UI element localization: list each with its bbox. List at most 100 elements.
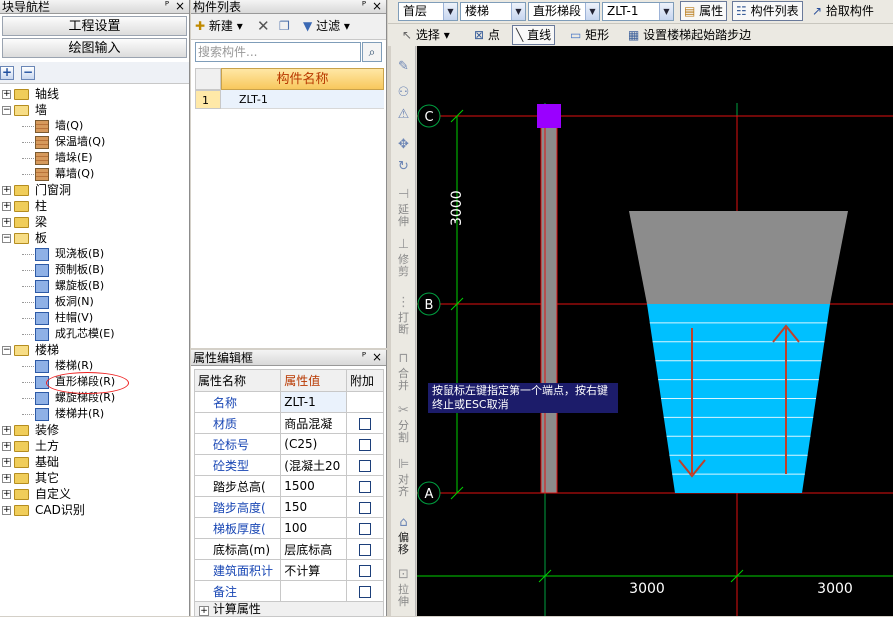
- checkbox[interactable]: [359, 522, 371, 535]
- stair-landing[interactable]: [629, 211, 848, 304]
- checkbox[interactable]: [359, 438, 371, 451]
- filter-button[interactable]: ▼ 过滤 ▾: [303, 18, 350, 34]
- project-settings-button[interactable]: 工程设置: [2, 16, 187, 36]
- component-list-button[interactable]: ☷ 构件列表: [732, 1, 803, 21]
- collapse-icon[interactable]: −: [2, 106, 11, 115]
- merge-button[interactable]: ⊓ 合并: [393, 352, 414, 392]
- property-value[interactable]: [280, 580, 348, 602]
- pin-icon[interactable]: ᴾ: [165, 0, 169, 13]
- tree-item[interactable]: + CAD识别: [0, 502, 189, 518]
- tree-item[interactable]: 现浇板(B): [0, 246, 189, 262]
- expand-icon[interactable]: +: [2, 442, 11, 451]
- break-button[interactable]: ⋮ 打断: [393, 296, 414, 336]
- copy-move-icon[interactable]: ⚇: [393, 86, 414, 102]
- set-stair-start-button[interactable]: ▦ 设置楼梯起始踏步边: [624, 25, 755, 45]
- category-select[interactable]: 楼梯 ▼: [460, 2, 526, 21]
- tree-item[interactable]: + 柱: [0, 198, 189, 214]
- tree-item[interactable]: + 梁: [0, 214, 189, 230]
- property-value[interactable]: 100: [280, 517, 348, 539]
- property-value[interactable]: 层底标高: [280, 538, 348, 560]
- rotate-icon[interactable]: ↻: [393, 160, 414, 176]
- expand-icon[interactable]: +: [2, 474, 11, 483]
- expand-icon[interactable]: +: [2, 426, 11, 435]
- tree-item[interactable]: 墙(Q): [0, 118, 189, 134]
- component-select[interactable]: ZLT-1 ▼: [602, 2, 674, 21]
- properties-button[interactable]: ▤ 属性: [680, 1, 728, 21]
- tree-item[interactable]: 保温墙(Q): [0, 134, 189, 150]
- tree-item[interactable]: 螺旋板(B): [0, 278, 189, 294]
- property-value[interactable]: (C25): [280, 433, 348, 455]
- property-row[interactable]: 建筑面积计 不计算: [193, 559, 384, 581]
- offset-button[interactable]: ⌂ 偏移: [393, 516, 414, 556]
- property-row[interactable]: 踏步总高(1500: [193, 475, 384, 497]
- close-icon[interactable]: ×: [175, 0, 185, 13]
- expand-all-icon[interactable]: +: [0, 66, 14, 80]
- rectangle-button[interactable]: ▭ 矩形: [566, 25, 613, 45]
- expand-icon[interactable]: +: [2, 458, 11, 467]
- tree-item[interactable]: + 土方: [0, 438, 189, 454]
- property-row[interactable]: 名称 ZLT-1: [193, 391, 384, 413]
- tree-item[interactable]: 墙垛(E): [0, 150, 189, 166]
- property-value[interactable]: 商品混凝: [280, 412, 348, 434]
- expand-icon[interactable]: +: [2, 218, 11, 227]
- split-button[interactable]: ✂ 分割: [393, 404, 414, 444]
- expand-icon[interactable]: +: [2, 506, 11, 515]
- checkbox[interactable]: [359, 459, 371, 472]
- component-name-cell[interactable]: ZLT-1: [221, 90, 384, 109]
- property-value[interactable]: 1500: [280, 475, 348, 497]
- expand-icon[interactable]: +: [2, 90, 11, 99]
- collapse-icon[interactable]: −: [2, 346, 11, 355]
- tree-item[interactable]: 幕墙(Q): [0, 166, 189, 182]
- pin-icon[interactable]: ᴾ: [362, 350, 366, 365]
- tree-item[interactable]: − 板: [0, 230, 189, 246]
- property-row[interactable]: 砼类型 (混凝土20: [193, 454, 384, 476]
- property-value[interactable]: ZLT-1: [280, 391, 348, 413]
- property-row[interactable]: 备注: [193, 580, 384, 602]
- close-icon[interactable]: ×: [372, 350, 382, 365]
- property-value[interactable]: (混凝土20: [280, 454, 348, 476]
- table-row[interactable]: 1 ZLT-1: [195, 90, 384, 109]
- property-row[interactable]: 踏步高度(150: [193, 496, 384, 518]
- calc-props-row[interactable]: + 计算属性: [194, 601, 384, 617]
- tree-item[interactable]: 成孔芯模(E): [0, 326, 189, 342]
- pen-icon[interactable]: ✎: [393, 60, 414, 76]
- checkbox[interactable]: [359, 543, 371, 556]
- property-row[interactable]: 底标高(m) 层底标高: [193, 538, 384, 560]
- pick-component-button[interactable]: ↗ 拾取构件: [808, 1, 878, 21]
- tree-item[interactable]: − 楼梯: [0, 342, 189, 358]
- pin-icon[interactable]: ᴾ: [362, 0, 366, 13]
- tree-item[interactable]: 板洞(N): [0, 294, 189, 310]
- floor-select[interactable]: 首层 ▼: [398, 2, 458, 21]
- property-row[interactable]: 梯板厚度(100: [193, 517, 384, 539]
- close-icon[interactable]: ×: [372, 0, 382, 13]
- select-button[interactable]: ↖ 选择 ▾: [398, 25, 454, 45]
- search-icon[interactable]: ⌕: [362, 42, 382, 62]
- new-button[interactable]: ✚ 新建 ▾: [195, 18, 243, 34]
- expand-icon[interactable]: +: [2, 202, 11, 211]
- move-icon[interactable]: ✥: [393, 138, 414, 154]
- checkbox[interactable]: [359, 417, 371, 430]
- tree-item[interactable]: + 其它: [0, 470, 189, 486]
- copy-icon[interactable]: ❐: [279, 18, 290, 34]
- property-row[interactable]: 材质 商品混凝: [193, 412, 384, 434]
- selection-marker[interactable]: [537, 104, 561, 128]
- expand-icon[interactable]: +: [2, 186, 11, 195]
- tree-item[interactable]: + 门窗洞: [0, 182, 189, 198]
- tree-item[interactable]: + 轴线: [0, 86, 189, 102]
- tree-item[interactable]: − 墙: [0, 102, 189, 118]
- tree-item[interactable]: + 自定义: [0, 486, 189, 502]
- tree-item[interactable]: + 装修: [0, 422, 189, 438]
- point-button[interactable]: ⊠ 点: [470, 25, 504, 45]
- checkbox[interactable]: [359, 501, 371, 514]
- type-select[interactable]: 直形梯段 ▼: [528, 2, 600, 21]
- expand-icon[interactable]: +: [199, 606, 209, 616]
- extend-button[interactable]: ⊣ 延伸: [393, 188, 414, 228]
- checkbox[interactable]: [359, 564, 371, 577]
- drawing-canvas[interactable]: C B A 3000 3000 3000: [417, 46, 893, 616]
- wall-column[interactable]: [540, 115, 558, 494]
- tree-item[interactable]: 楼梯井(R): [0, 406, 189, 422]
- tree-item[interactable]: 预制板(B): [0, 262, 189, 278]
- delete-icon[interactable]: ✕: [257, 18, 270, 34]
- drawing-input-button[interactable]: 绘图输入: [2, 38, 187, 58]
- component-search-input[interactable]: 搜索构件...: [195, 42, 361, 62]
